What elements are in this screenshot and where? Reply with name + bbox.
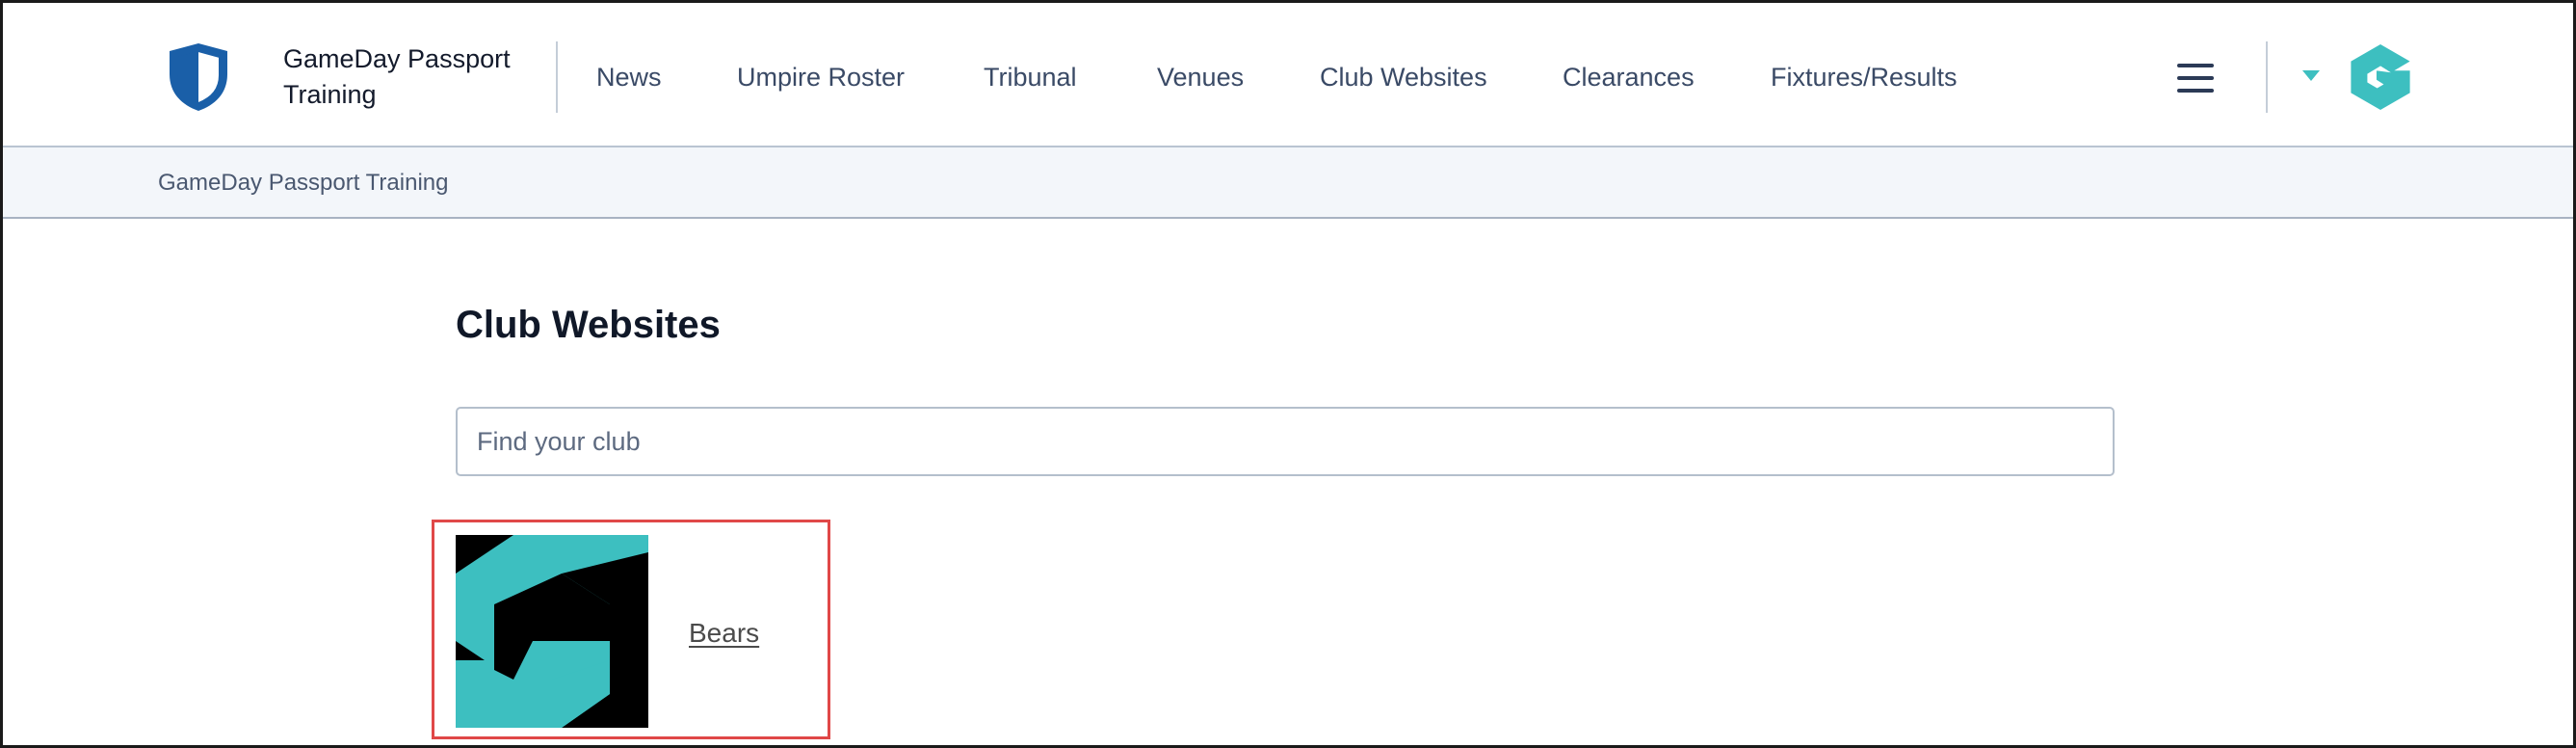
club-card-bears[interactable]: Bears	[432, 520, 830, 739]
nav-clearances[interactable]: Clearances	[1563, 61, 1695, 94]
gameday-g-logo-icon[interactable]	[456, 535, 648, 728]
club-link-bears[interactable]: Bears	[689, 617, 759, 650]
header-divider	[556, 41, 558, 113]
nav-venues[interactable]: Venues	[1157, 61, 1244, 94]
search-input[interactable]	[456, 407, 2115, 476]
nav-news[interactable]: News	[596, 61, 662, 94]
shield-icon[interactable]	[167, 41, 230, 113]
page-title: Club Websites	[456, 304, 721, 346]
nav-club-websites[interactable]: Club Websites	[1320, 61, 1487, 94]
caret-down-icon[interactable]	[2302, 70, 2320, 81]
nav-fixtures-results[interactable]: Fixtures/Results	[1771, 61, 1958, 94]
nav-tribunal[interactable]: Tribunal	[984, 61, 1077, 94]
site-header: GameDay Passport Training News Umpire Ro…	[3, 3, 2573, 147]
nav-umpire-roster[interactable]: Umpire Roster	[737, 61, 905, 94]
gameday-g-logo-icon[interactable]	[2348, 41, 2413, 113]
breadcrumb-item-home[interactable]: GameDay Passport Training	[158, 169, 448, 198]
browser-viewport: GameDay Passport Training News Umpire Ro…	[0, 0, 2576, 748]
breadcrumb: GameDay Passport Training	[3, 147, 2573, 219]
hamburger-menu-icon[interactable]	[2177, 64, 2214, 93]
header-divider-right	[2266, 41, 2268, 113]
brand-name[interactable]: GameDay Passport Training	[283, 41, 543, 113]
